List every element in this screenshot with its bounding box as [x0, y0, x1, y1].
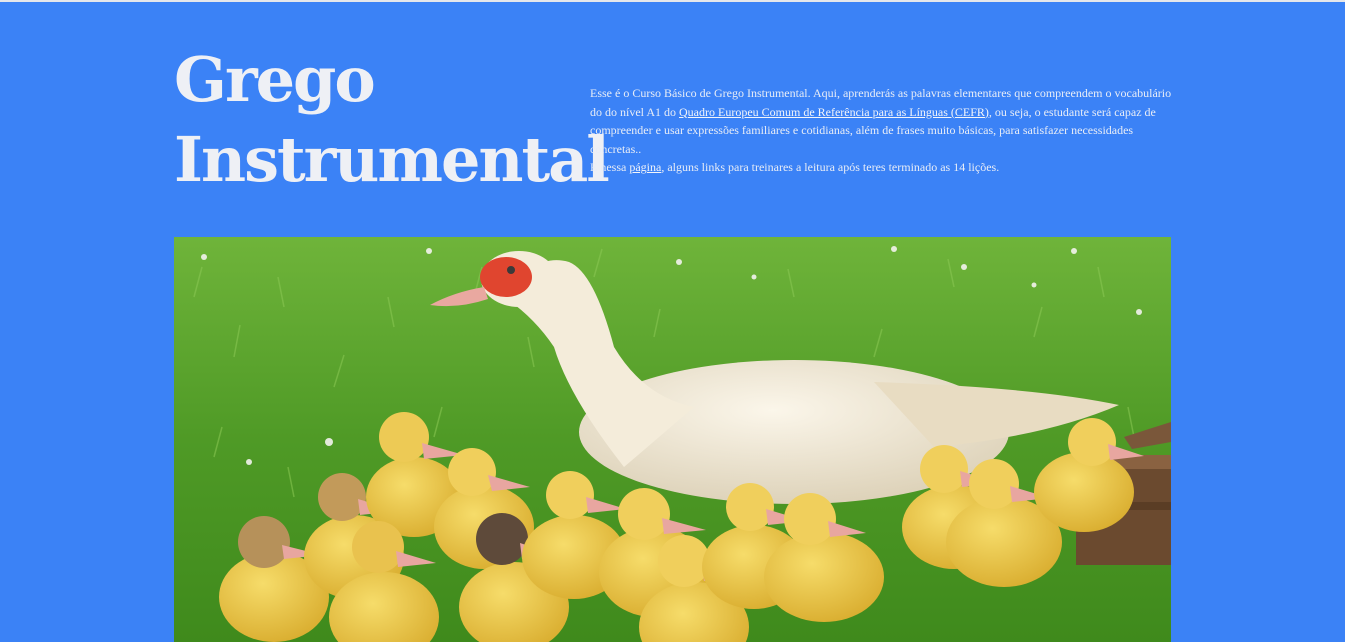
page-title: Grego Instrumental [174, 40, 610, 200]
pagina-link[interactable]: página [629, 160, 661, 174]
intro-p2-text: E nessa [590, 160, 630, 175]
intro-paragraph-1: Esse é o Curso Básico de Grego Instrumen… [590, 84, 1175, 158]
intro-p2-end-text: , alguns links para treinares a leitura … [661, 160, 1000, 175]
title-line-2: Instrumental [174, 123, 610, 196]
duck-with-ducklings-illustration [174, 237, 1171, 642]
title-line-1: Grego [174, 43, 376, 116]
intro-text: Esse é o Curso Básico de Grego Instrumen… [590, 84, 1175, 177]
top-border [0, 0, 1345, 2]
intro-paragraph-2: E nessa página, alguns links para treina… [590, 158, 1175, 177]
cefr-link[interactable]: Quadro Europeu Comum de Referência para … [679, 105, 989, 119]
hero-image [174, 237, 1171, 642]
page: Grego Instrumental Esse é o Curso Básico… [0, 0, 1345, 642]
